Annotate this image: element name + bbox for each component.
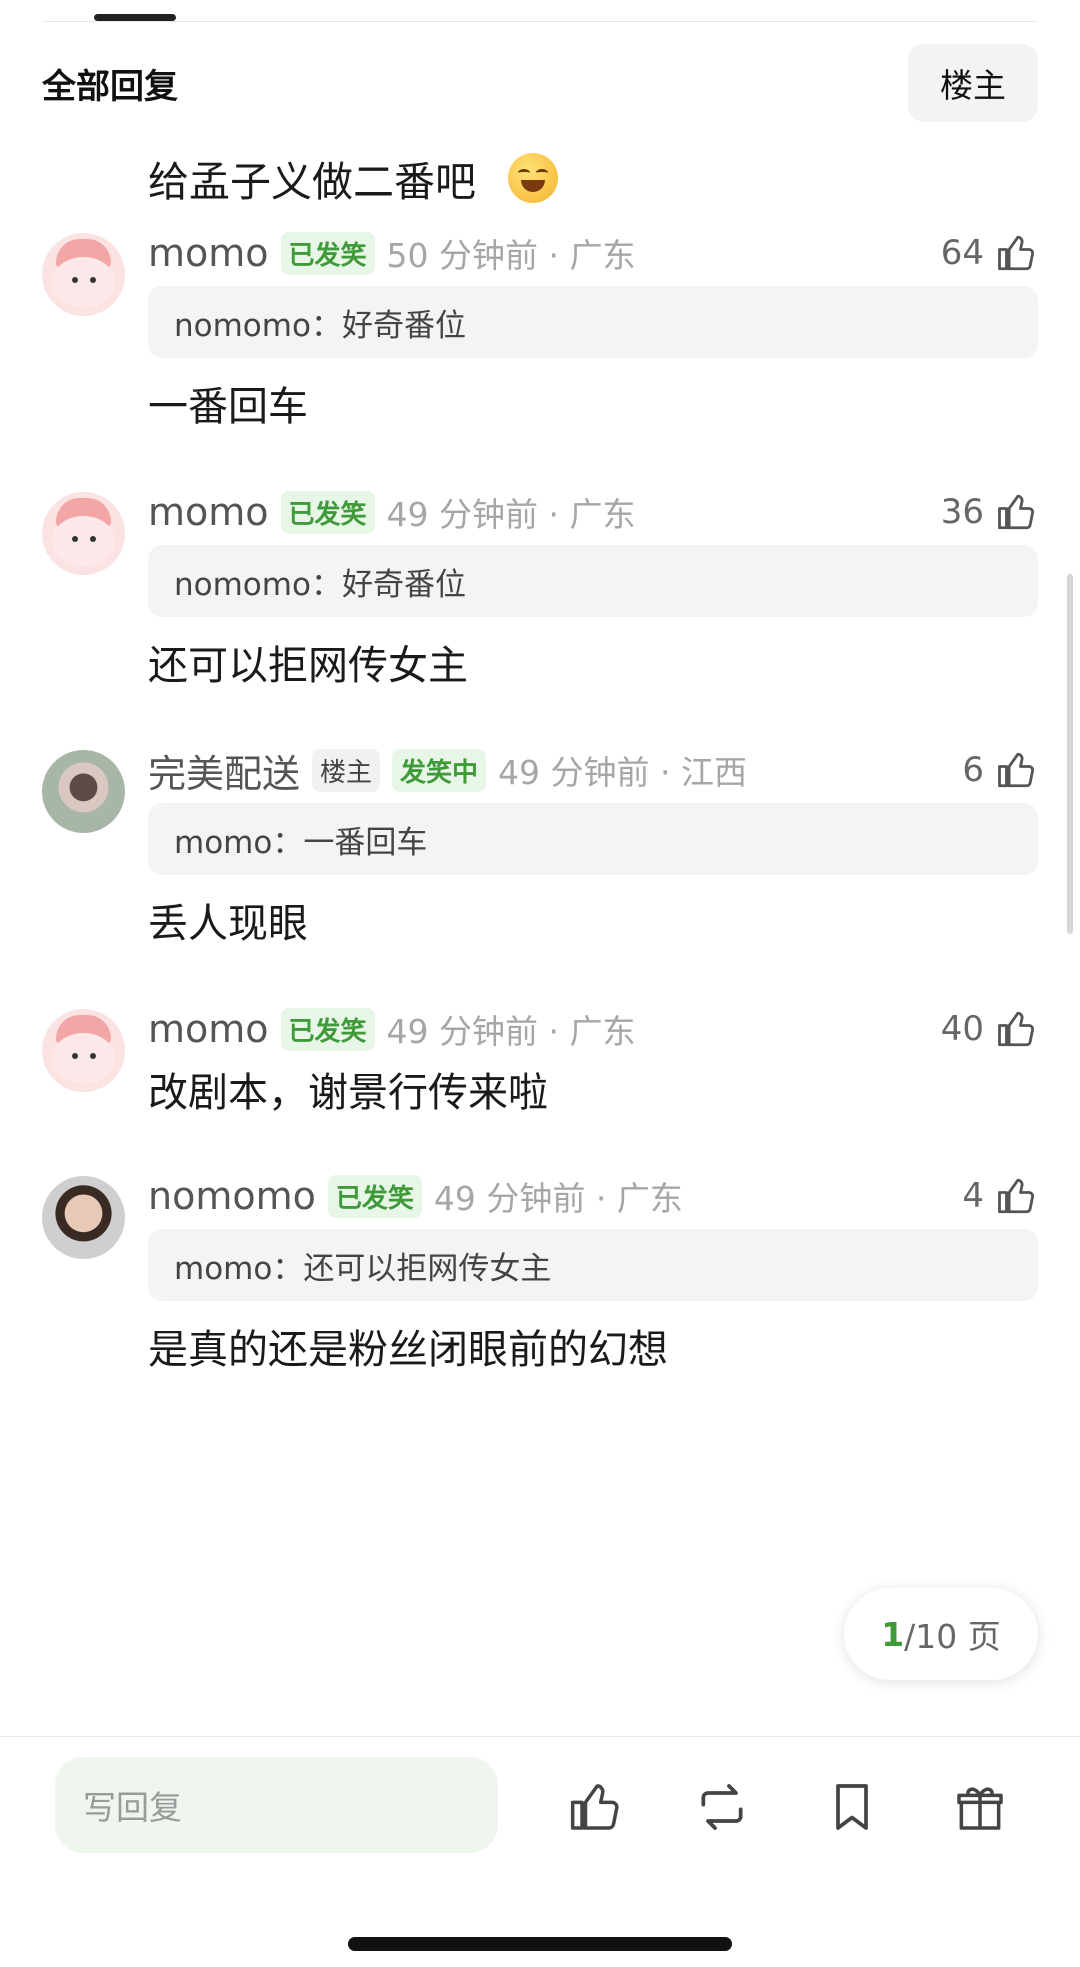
like-button[interactable]: 4 bbox=[962, 1173, 1038, 1219]
avatar[interactable] bbox=[42, 750, 125, 833]
laughed-badge: 已发笑 bbox=[280, 490, 375, 534]
avatar[interactable] bbox=[42, 233, 125, 316]
laughed-badge: 已发笑 bbox=[327, 1174, 422, 1218]
like-button[interactable]: 64 bbox=[941, 230, 1038, 276]
thumb-up-icon bbox=[998, 494, 1035, 530]
page-indicator-button[interactable]: 1 /10 页 bbox=[844, 1588, 1038, 1680]
like-count: 64 bbox=[940, 233, 984, 273]
timestamp-location: 49 分钟前 · 广东 bbox=[433, 1179, 683, 1218]
quoted-reply[interactable]: nomomo：好奇番位 bbox=[148, 545, 1038, 617]
thumb-up-icon bbox=[998, 1178, 1035, 1214]
like-button[interactable]: 6 bbox=[962, 747, 1038, 793]
laughed-badge: 已发笑 bbox=[280, 231, 375, 275]
like-count: 4 bbox=[962, 1176, 984, 1216]
laughing-emoji-icon bbox=[508, 153, 558, 203]
reply-input[interactable]: 写回复 bbox=[55, 1757, 498, 1853]
username[interactable]: nomomo bbox=[148, 1174, 316, 1218]
gift-icon[interactable] bbox=[952, 1779, 1008, 1835]
quoted-reply[interactable]: nomomo：好奇番位 bbox=[148, 286, 1038, 358]
thumb-up-icon bbox=[998, 752, 1035, 788]
timestamp-location: 49 分钟前 · 广东 bbox=[386, 1012, 636, 1051]
like-count: 40 bbox=[940, 1009, 984, 1049]
divider bbox=[42, 21, 1038, 22]
quoted-reply[interactable]: momo：还可以拒网传女主 bbox=[148, 1229, 1038, 1301]
comment-meta: nomomo 已发笑 49 分钟前 · 广东 bbox=[148, 1173, 683, 1219]
avatar[interactable] bbox=[42, 492, 125, 575]
laughed-badge: 已发笑 bbox=[280, 1007, 375, 1051]
scrollbar[interactable] bbox=[1067, 574, 1073, 934]
op-badge: 楼主 bbox=[312, 748, 381, 792]
timestamp-location: 50 分钟前 · 广东 bbox=[386, 236, 636, 275]
comment-meta: momo 已发笑 50 分钟前 · 广东 bbox=[148, 230, 636, 276]
comment-meta: 完美配送 楼主 发笑中 49 分钟前 · 江西 bbox=[148, 747, 747, 796]
quoted-reply[interactable]: momo：一番回车 bbox=[148, 803, 1038, 875]
tab-indicator bbox=[94, 14, 176, 21]
thumb-up-icon bbox=[998, 1011, 1035, 1047]
avatar[interactable] bbox=[42, 1009, 125, 1092]
section-header: 全部回复 楼主 bbox=[42, 44, 1038, 122]
comment-body: 是真的还是粉丝闭眼前的幻想 bbox=[148, 1327, 668, 1373]
avatar[interactable] bbox=[42, 1176, 125, 1259]
username[interactable]: momo bbox=[148, 490, 269, 534]
timestamp-location: 49 分钟前 · 江西 bbox=[498, 753, 747, 792]
bottom-action-bar: 写回复 bbox=[0, 1736, 1080, 1967]
comment-body: 一番回车 bbox=[148, 384, 308, 430]
like-count: 6 bbox=[962, 750, 984, 790]
laughing-badge: 发笑中 bbox=[392, 748, 487, 792]
like-button[interactable]: 36 bbox=[941, 489, 1038, 535]
previous-comment-text: 给孟子义做二番吧 bbox=[148, 148, 558, 208]
thumb-up-icon[interactable] bbox=[568, 1779, 624, 1835]
current-page: 1 bbox=[881, 1614, 905, 1654]
op-only-filter-button[interactable]: 楼主 bbox=[908, 44, 1038, 122]
like-count: 36 bbox=[940, 492, 984, 532]
comment-body: 还可以拒网传女主 bbox=[148, 643, 468, 689]
bookmark-icon[interactable] bbox=[824, 1779, 880, 1835]
comment-meta: momo 已发笑 49 分钟前 · 广东 bbox=[148, 1006, 636, 1052]
username[interactable]: 完美配送 bbox=[148, 743, 300, 798]
comment-body: 丢人现眼 bbox=[148, 901, 308, 947]
like-button[interactable]: 40 bbox=[941, 1006, 1038, 1052]
timestamp-location: 49 分钟前 · 广东 bbox=[386, 495, 636, 534]
home-indicator bbox=[348, 1937, 732, 1951]
comment-body: 改剧本，谢景行传来啦 bbox=[148, 1070, 548, 1116]
thumb-up-icon bbox=[998, 235, 1035, 271]
comment-meta: momo 已发笑 49 分钟前 · 广东 bbox=[148, 489, 636, 535]
all-replies-title: 全部回复 bbox=[42, 66, 178, 107]
username[interactable]: momo bbox=[148, 231, 269, 275]
repost-icon[interactable] bbox=[694, 1779, 750, 1835]
comment-body: 给孟子义做二番吧 bbox=[148, 158, 476, 206]
total-pages: /10 页 bbox=[904, 1617, 1001, 1656]
username[interactable]: momo bbox=[148, 1007, 269, 1051]
